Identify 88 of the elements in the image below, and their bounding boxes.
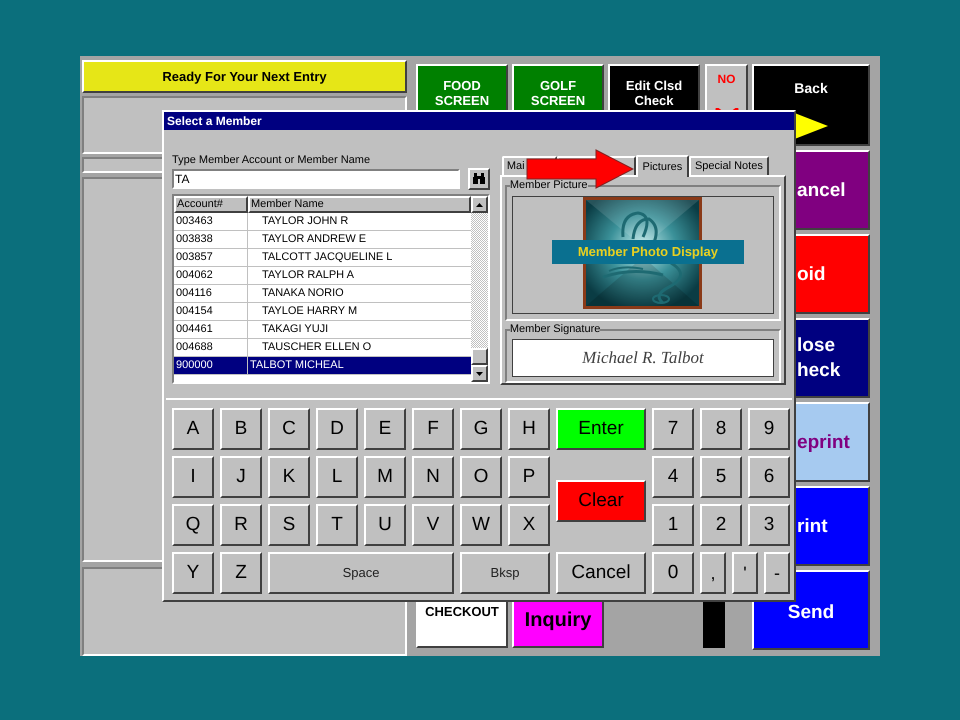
name-cell-text: TAUSCHER ELLEN O bbox=[261, 340, 372, 356]
name-cell-text: TAYLOR RALPH A bbox=[261, 268, 355, 284]
account-cell: 003463 bbox=[174, 213, 248, 230]
key-button[interactable]: , bbox=[700, 552, 726, 594]
account-cell: 004116 bbox=[174, 285, 248, 302]
key-button[interactable]: I bbox=[172, 456, 214, 498]
key-button[interactable]: N bbox=[412, 456, 454, 498]
key-button[interactable]: C bbox=[268, 408, 310, 450]
key-button[interactable]: O bbox=[460, 456, 502, 498]
tab[interactable]: Special Notes bbox=[688, 156, 769, 175]
key-button[interactable]: F bbox=[412, 408, 454, 450]
bksp-button[interactable]: Bksp bbox=[460, 552, 550, 594]
account-cell: 003857 bbox=[174, 249, 248, 266]
signature: Michael R. Talbot bbox=[582, 347, 704, 370]
space-button[interactable]: Space bbox=[268, 552, 454, 594]
scrollbar[interactable] bbox=[470, 196, 488, 382]
name-cell-text: TAYLOR JOHN R bbox=[261, 214, 350, 230]
key-button[interactable]: S bbox=[268, 504, 310, 546]
name-cell-text: TALBOT MICHEAL bbox=[249, 358, 345, 374]
key-button[interactable]: D bbox=[316, 408, 358, 450]
status-bar: Ready For Your Next Entry bbox=[82, 60, 407, 93]
column-header[interactable]: Member Name bbox=[248, 196, 471, 213]
name-cell-text: TAKAGI YUJI bbox=[261, 322, 330, 338]
table-row[interactable]: 004461 TAKAGI YUJI bbox=[174, 321, 471, 339]
account-cell: 004154 bbox=[174, 303, 248, 320]
group-label: Member Signature bbox=[510, 323, 600, 335]
account-cell: 004688 bbox=[174, 339, 248, 356]
name-cell-text: TANAKA NORIO bbox=[261, 286, 345, 302]
table-row[interactable]: 004062 TAYLOR RALPH A bbox=[174, 267, 471, 285]
key-button[interactable]: Y bbox=[172, 552, 214, 594]
key-button[interactable]: 8 bbox=[700, 408, 742, 450]
cancel-button[interactable]: Cancel bbox=[556, 552, 646, 594]
key-button[interactable]: A bbox=[172, 408, 214, 450]
key-button[interactable]: T bbox=[316, 504, 358, 546]
account-cell: 003838 bbox=[174, 231, 248, 248]
key-button[interactable]: B bbox=[220, 408, 262, 450]
scroll-down-icon bbox=[476, 372, 483, 376]
name-cell-text: TAYLOE HARRY M bbox=[261, 304, 358, 320]
key-button[interactable]: G bbox=[460, 408, 502, 450]
scroll-thumb[interactable] bbox=[470, 348, 488, 365]
key-button[interactable]: W bbox=[460, 504, 502, 546]
key-button[interactable]: M bbox=[364, 456, 406, 498]
table-row[interactable]: 900000 TALBOT MICHEAL bbox=[174, 357, 471, 375]
key-button[interactable]: 3 bbox=[748, 504, 790, 546]
key-button[interactable]: U bbox=[364, 504, 406, 546]
key-button[interactable]: 5 bbox=[700, 456, 742, 498]
table-row[interactable]: 004116 TANAKA NORIO bbox=[174, 285, 471, 303]
table-row[interactable]: 003857 TALCOTT JACQUELINE L bbox=[174, 249, 471, 267]
key-button[interactable]: 2 bbox=[700, 504, 742, 546]
search-field[interactable]: TA bbox=[172, 169, 460, 189]
clear-button[interactable]: Clear bbox=[556, 480, 646, 522]
key-button[interactable]: 9 bbox=[748, 408, 790, 450]
account-cell: 900000 bbox=[174, 357, 248, 374]
key-button[interactable]: K bbox=[268, 456, 310, 498]
key-button[interactable]: 4 bbox=[652, 456, 694, 498]
search-label: Type Member Account or Member Name bbox=[172, 153, 372, 167]
binoculars-icon bbox=[472, 173, 486, 185]
table-row[interactable]: 004154 TAYLOE HARRY M bbox=[174, 303, 471, 321]
name-cell-text: TAYLOR ANDREW E bbox=[261, 232, 368, 248]
enter-button[interactable]: Enter bbox=[556, 408, 646, 450]
tab[interactable]: Pictures bbox=[636, 155, 689, 177]
table-row[interactable]: 004688 TAUSCHER ELLEN O bbox=[174, 339, 471, 357]
account-cell: 004461 bbox=[174, 321, 248, 338]
dialog-title: Select a Member bbox=[164, 112, 794, 130]
key-button[interactable]: 1 bbox=[652, 504, 694, 546]
key-button[interactable]: ' bbox=[732, 552, 758, 594]
key-button[interactable]: E bbox=[364, 408, 406, 450]
key-button[interactable]: J bbox=[220, 456, 262, 498]
table-row[interactable]: 003463 TAYLOR JOHN R bbox=[174, 213, 471, 231]
key-button[interactable]: P bbox=[508, 456, 550, 498]
table-row[interactable]: 003838 TAYLOR ANDREW E bbox=[174, 231, 471, 249]
key-button[interactable]: Z bbox=[220, 552, 262, 594]
key-button[interactable]: - bbox=[764, 552, 790, 594]
key-button[interactable]: 7 bbox=[652, 408, 694, 450]
key-button[interactable]: L bbox=[316, 456, 358, 498]
key-button[interactable]: V bbox=[412, 504, 454, 546]
scroll-up-icon bbox=[476, 202, 483, 206]
key-button[interactable]: X bbox=[508, 504, 550, 546]
account-cell: 004062 bbox=[174, 267, 248, 284]
key-button[interactable]: 6 bbox=[748, 456, 790, 498]
key-button[interactable]: R bbox=[220, 504, 262, 546]
search-button[interactable] bbox=[468, 168, 490, 190]
key-button[interactable]: 0 bbox=[652, 552, 694, 594]
key-button[interactable]: H bbox=[508, 408, 550, 450]
photo-caption: Member Photo Display bbox=[552, 240, 744, 264]
key-button[interactable]: Q bbox=[172, 504, 214, 546]
column-header[interactable]: Account# bbox=[174, 196, 248, 213]
name-cell-text: TALCOTT JACQUELINE L bbox=[261, 250, 394, 266]
